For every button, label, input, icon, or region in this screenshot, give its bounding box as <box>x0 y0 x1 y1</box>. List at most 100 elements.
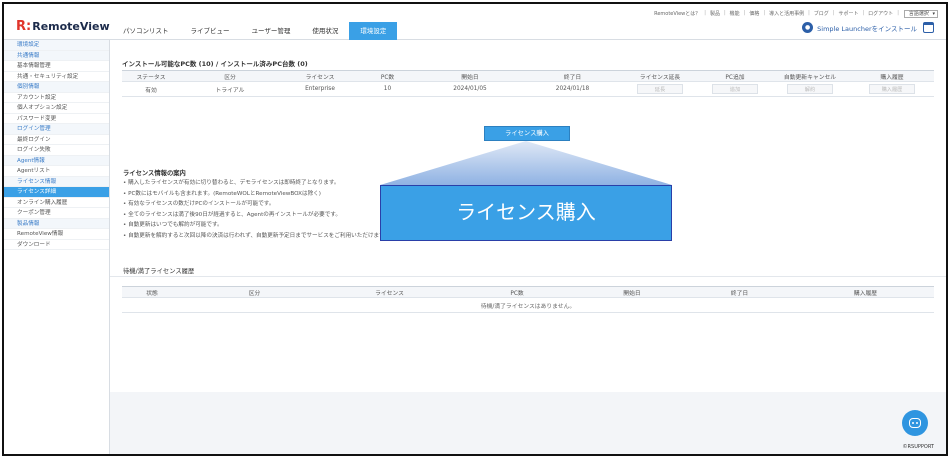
tab-usage[interactable]: 使用状況 <box>301 22 349 40</box>
cell-status: 有効 <box>122 81 180 97</box>
cell-extend: 延長 <box>620 81 700 97</box>
sidebar-section: 個別情報 <box>4 82 109 93</box>
sidebar-item[interactable]: 最終ログイン <box>4 135 109 145</box>
cell-license: Enterprise <box>280 81 360 97</box>
info-line: • 有効なライセンスの数だけPCのインストールが可能です。 <box>123 201 275 207</box>
extend-button[interactable]: 延長 <box>637 84 683 94</box>
hcol-state: 状態 <box>122 286 182 298</box>
license-panel: インストール可能なPC数 (10) / インストール済みPC台数 (0) ステー… <box>110 40 946 392</box>
window-icon <box>923 22 934 33</box>
cell-add-pc: 追加 <box>700 81 770 97</box>
cell-end-date: 2024/01/18 <box>525 81 620 97</box>
license-info-list: • 購入したライセンスが有効に切り替わると、デモライセンスは即時終了となります。… <box>123 178 390 241</box>
sidebar-section: 共通情報 <box>4 50 109 61</box>
sidebar-item[interactable]: パスワード変更 <box>4 114 109 124</box>
col-purchase-history: 購入履歴 <box>850 70 934 82</box>
cell-start-date: 2024/01/05 <box>415 81 525 97</box>
launcher-install-label: Simple Launcherをインストール <box>817 24 917 33</box>
toplink-logout[interactable]: ログアウト <box>866 10 895 18</box>
col-category: 区分 <box>180 70 280 82</box>
tab-user-management[interactable]: ユーザー管理 <box>241 22 302 40</box>
cell-auto-renew-cancel: 解約 <box>770 81 850 97</box>
launcher-install[interactable]: ● Simple Launcherをインストール <box>802 22 934 33</box>
history-title: 待機/満了ライセンス履歴 <box>123 268 195 275</box>
logo[interactable]: R: RemoteView <box>16 19 110 33</box>
toplink-features[interactable]: 機能 <box>728 10 742 18</box>
language-select[interactable]: 言語選択 ▾ <box>903 10 938 18</box>
top-links: RemoteViewとは？ | 製品 | 機能 | 価格 | 導入と活用事例 | ブログ |… <box>652 10 938 18</box>
tab-pc-list[interactable]: パソコンリスト <box>112 22 180 40</box>
sidebar-section: 製品情報 <box>4 218 109 229</box>
hcol-end-date: 終了日 <box>682 286 797 298</box>
main-nav: パソコンリスト ライブビュー ユーザー管理 使用状況 環境設定 <box>112 22 398 40</box>
hcol-license: ライセンス <box>327 286 452 298</box>
table-row: 有効 トライアル Enterprise 10 2024/01/05 2024/0… <box>122 81 934 97</box>
sidebar-section: Agent情報 <box>4 155 109 166</box>
sidebar-section: ライセンス情報 <box>4 176 109 187</box>
logo-mark: R: <box>16 18 32 34</box>
toplink-product[interactable]: 製品 <box>708 10 722 18</box>
hcol-category: 区分 <box>182 286 327 298</box>
col-status: ステータス <box>122 70 180 82</box>
cancel-auto-renew-button[interactable]: 解約 <box>787 84 833 94</box>
license-table-header: ステータス 区分 ライセンス PC数 開始日 終了日 ライセンス延長 PC追加 … <box>122 70 934 82</box>
sidebar-item[interactable]: RemoteView情報 <box>4 229 109 240</box>
info-line: • 自動更新を解約すると次回以降の決済は行われず、自動更新予定日までサービスをご… <box>123 232 390 239</box>
purchase-history-button[interactable]: 購入履歴 <box>869 84 915 94</box>
info-line: • PC数にはモバイルも含まれます。(RemoteWOLとRemoteViewB… <box>123 190 321 197</box>
license-title: インストール可能なPC数 (10) / インストール済みPC台数 (0) <box>122 60 308 68</box>
sidebar-item[interactable]: Agentリスト <box>4 166 109 177</box>
sidebar-item[interactable]: オンライン購入履歴 <box>4 198 109 208</box>
toplink-about[interactable]: RemoteViewとは？ <box>652 10 702 18</box>
info-line: • 購入したライセンスが有効に切り替わると、デモライセンスは即時終了となります。 <box>123 180 340 186</box>
sidebar-item[interactable]: クーポン管理 <box>4 208 109 219</box>
language-select-value: 言語選択 <box>908 11 929 17</box>
history-table-header: 状態 区分 ライセンス PC数 開始日 終了日 購入履歴 <box>122 286 934 298</box>
screen-frame: R: RemoteView パソコンリスト ライブビュー ユーザー管理 使用状況… <box>2 2 948 456</box>
toplink-cases[interactable]: 導入と活用事例 <box>767 10 806 18</box>
history-table: 状態 区分 ライセンス PC数 開始日 終了日 購入履歴 待機/満了ライセンスは… <box>122 286 934 313</box>
sidebar-section: ログイン管理 <box>4 124 109 135</box>
col-license: ライセンス <box>280 70 360 82</box>
buy-license-button[interactable]: ライセンス購入 <box>484 126 570 141</box>
hcol-pc-count: PC数 <box>452 286 582 298</box>
hcol-start-date: 開始日 <box>582 286 682 298</box>
license-table: ステータス 区分 ライセンス PC数 開始日 終了日 ライセンス延長 PC追加 … <box>122 70 934 97</box>
info-line: • 自動更新はいつでも解約が可能です。 <box>123 222 223 228</box>
sidebar-item[interactable]: 共通・セキュリティ設定 <box>4 72 109 82</box>
toplink-pricing[interactable]: 価格 <box>747 10 761 18</box>
tab-live-view[interactable]: ライブビュー <box>180 22 241 40</box>
person-icon: ● <box>802 22 814 33</box>
chatbot-icon <box>909 418 921 428</box>
copyright: ©RSUPPORT <box>902 444 934 450</box>
tab-settings[interactable]: 環境設定 <box>349 22 398 40</box>
sidebar-item[interactable]: ライセンス詳細 <box>4 187 109 198</box>
sidebar-item[interactable]: 基本情報管理 <box>4 61 109 72</box>
cell-purchase-history: 購入履歴 <box>850 81 934 97</box>
logo-text: RemoteView <box>32 19 110 33</box>
support-chat-button[interactable] <box>902 410 928 436</box>
cell-pc-count: 10 <box>360 81 415 97</box>
toplink-support[interactable]: サポート <box>836 10 860 18</box>
col-pc-count: PC数 <box>360 70 415 82</box>
sidebar-item[interactable]: ダウンロード <box>4 240 109 250</box>
zoom-callout-triangle <box>380 141 672 185</box>
col-start-date: 開始日 <box>415 70 525 82</box>
main-content: インストール可能なPC数 (10) / インストール済みPC台数 (0) ステー… <box>110 40 946 454</box>
col-auto-renew-cancel: 自動更新キャンセル <box>770 70 850 82</box>
col-end-date: 終了日 <box>525 70 620 82</box>
header: R: RemoteView パソコンリスト ライブビュー ユーザー管理 使用状況… <box>4 4 946 40</box>
sidebar: 環境設定 共通情報 基本情報管理 共通・セキュリティ設定 個別情報 アカウント設定 個人オプ… <box>4 40 110 454</box>
sidebar-item[interactable]: ログイン失敗 <box>4 145 109 156</box>
col-add-pc: PC追加 <box>700 70 770 82</box>
add-pc-button[interactable]: 追加 <box>712 84 758 94</box>
hcol-purchase-history: 購入履歴 <box>797 286 934 298</box>
sidebar-item[interactable]: アカウント設定 <box>4 93 109 103</box>
info-line: • 全てのライセンスは満了後90日が経過すると、Agentの再インストールが必要… <box>123 211 341 218</box>
col-extend: ライセンス延長 <box>620 70 700 82</box>
divider <box>110 276 946 277</box>
toplink-blog[interactable]: ブログ <box>812 10 831 18</box>
cell-category: トライアル <box>180 81 280 97</box>
sidebar-item[interactable]: 個人オプション設定 <box>4 103 109 114</box>
table-row: 待機/満了ライセンスはありません。 <box>122 297 934 313</box>
